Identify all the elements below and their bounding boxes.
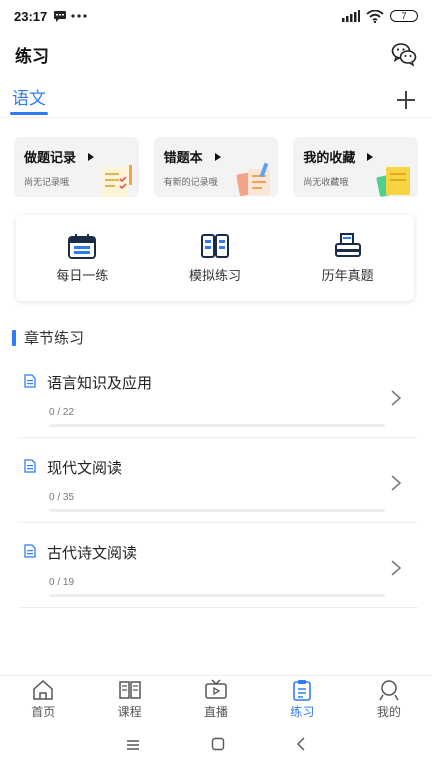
card-title: 错题本 (163, 151, 203, 166)
message-icon (54, 11, 67, 22)
nav-item-course[interactable]: 课程 (86, 676, 172, 723)
play-arrow-icon (367, 152, 374, 161)
play-arrow-icon (214, 152, 221, 161)
chapter-list: 语言知识及应用 0 / 22 现代文阅读 0 / 35 古代诗文阅读 0 / 1… (18, 353, 418, 608)
section-accent-bar (12, 329, 16, 346)
checklist-illustration-icon (100, 165, 132, 197)
clipboard-icon (293, 680, 312, 701)
page-title: 练习 (15, 46, 49, 67)
calendar-icon (68, 233, 97, 259)
section-header: 章节练习 (12, 327, 84, 348)
nav-label: 课程 (117, 705, 142, 719)
system-nav-bar (0, 723, 432, 768)
chapter-progress-count: 0 / 22 (49, 407, 75, 418)
add-subject-button[interactable] (394, 88, 418, 112)
nav-item-practice[interactable]: 练习 (259, 676, 345, 723)
more-dots-icon (71, 14, 87, 18)
chapter-title: 语言知识及应用 (47, 374, 153, 392)
subject-tab-row: 语文 (0, 82, 432, 118)
battery-indicator: 7 (390, 10, 418, 22)
notification-icons (53, 10, 87, 22)
chapter-progress-bar (49, 594, 385, 597)
notebook-illustration-icon (236, 162, 271, 197)
card-title: 我的收藏 (303, 151, 356, 166)
card-title: 做题记录 (24, 151, 77, 166)
signal-icon (342, 10, 360, 22)
document-icon (24, 459, 36, 473)
printer-icon (334, 232, 361, 257)
home-square-icon[interactable] (211, 736, 225, 755)
chapter-progress-bar (49, 509, 385, 512)
live-tv-icon (205, 679, 227, 699)
my-favorites-card[interactable]: 我的收藏 尚无收藏哦 (293, 137, 419, 197)
chapter-progress-bar (49, 424, 385, 427)
chapter-item[interactable]: 现代文阅读 0 / 35 (18, 438, 418, 523)
book-icon (201, 233, 229, 258)
nav-label: 直播 (204, 705, 229, 719)
header: 练习 (0, 36, 432, 72)
chapter-item[interactable]: 语言知识及应用 0 / 22 (18, 353, 418, 438)
bottom-nav: 首页 课程 直播 练习 我的 (0, 675, 432, 723)
nav-label: 首页 (31, 705, 56, 719)
wrong-questions-card[interactable]: 错题本 有新的记录哦 (153, 137, 279, 197)
nav-item-home[interactable]: 首页 (0, 676, 86, 723)
quick-label: 模拟练习 (189, 268, 242, 284)
wechat-icon[interactable] (391, 41, 417, 67)
document-icon (24, 374, 36, 388)
mock-exam-button[interactable]: 模拟练习 (149, 233, 282, 284)
practice-record-card[interactable]: 做题记录 尚无记录哦 (14, 137, 139, 197)
chapter-title: 古代诗文阅读 (47, 544, 138, 562)
nav-label: 我的 (376, 705, 401, 719)
quick-label: 每日一练 (56, 268, 109, 284)
chapter-item[interactable]: 古代诗文阅读 0 / 19 (18, 523, 418, 608)
document-icon (24, 544, 36, 558)
status-bar: 23:17 7 (0, 0, 432, 32)
chevron-right-icon (391, 560, 402, 576)
chevron-right-icon (391, 390, 402, 406)
course-icon (118, 681, 141, 699)
books-illustration-icon (376, 167, 411, 197)
nav-item-live[interactable]: 直播 (173, 676, 259, 723)
tab-subject-chinese[interactable]: 语文 (10, 84, 48, 115)
nav-item-mine[interactable]: 我的 (346, 676, 432, 723)
section-title: 章节练习 (24, 329, 85, 347)
wifi-icon (366, 9, 384, 23)
quick-actions-panel: 每日一练 模拟练习 历年真题 (16, 215, 414, 301)
chapter-progress-count: 0 / 35 (49, 492, 75, 503)
back-icon[interactable] (296, 736, 306, 755)
daily-practice-button[interactable]: 每日一练 (16, 233, 149, 284)
record-cards: 做题记录 尚无记录哦 错题本 有新的记录哦 我的收藏 尚无收藏哦 (14, 137, 419, 197)
chevron-right-icon (391, 475, 402, 491)
home-icon (33, 679, 53, 700)
profile-icon (379, 680, 399, 701)
status-time: 23:17 (14, 8, 48, 24)
nav-label: 练习 (290, 705, 315, 719)
play-arrow-icon (88, 152, 95, 161)
status-right: 7 (342, 9, 418, 23)
chapter-progress-count: 0 / 19 (49, 577, 75, 588)
past-exams-button[interactable]: 历年真题 (281, 232, 414, 284)
chapter-title: 现代文阅读 (47, 459, 123, 477)
menu-icon[interactable] (126, 736, 140, 755)
quick-label: 历年真题 (321, 268, 374, 284)
